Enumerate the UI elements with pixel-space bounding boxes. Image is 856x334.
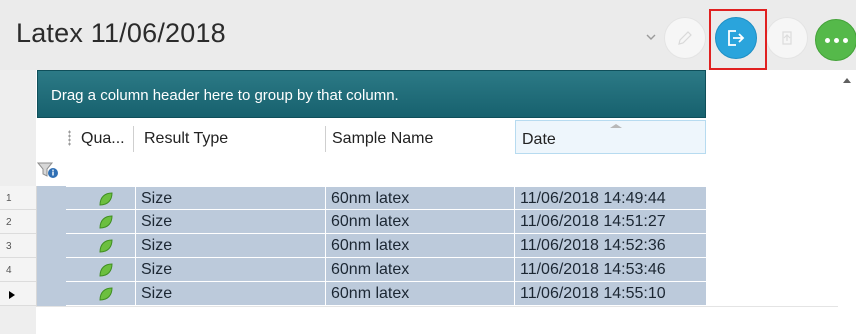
green-leaf-icon xyxy=(99,287,113,301)
share-button[interactable] xyxy=(766,17,808,59)
cell-sample-name: 60nm latex xyxy=(331,190,410,207)
green-leaf-icon xyxy=(99,192,113,206)
cell-sample-name: 60nm latex xyxy=(331,237,410,254)
table-row[interactable]: Size 60nm latex 11/06/2018 14:55:10 xyxy=(66,282,706,306)
filter-row[interactable] xyxy=(37,154,706,187)
highlight-box xyxy=(709,9,767,70)
column-header-date-label: Date xyxy=(522,131,556,148)
cell-date: 11/06/2018 14:55:10 xyxy=(520,285,666,302)
filter-info-icon[interactable] xyxy=(37,161,59,181)
row-number[interactable]: 4 xyxy=(0,258,36,282)
green-leaf-icon xyxy=(99,239,113,253)
grid-indent-strip xyxy=(37,186,66,306)
pencil-icon xyxy=(678,31,692,45)
green-leaf-icon xyxy=(99,215,113,229)
cell-date: 11/06/2018 14:53:46 xyxy=(520,261,666,278)
grid-bottom-border xyxy=(36,306,838,307)
column-header-sample-name[interactable]: Sample Name xyxy=(332,120,512,154)
scroll-up-arrow-icon[interactable] xyxy=(843,78,851,83)
cell-date: 11/06/2018 14:51:27 xyxy=(520,213,666,230)
share-icon xyxy=(782,31,792,45)
column-header-result-type[interactable]: Result Type xyxy=(144,120,324,154)
cell-result-type: Size xyxy=(141,190,173,207)
current-row-indicator[interactable] xyxy=(0,282,36,306)
cell-result-type: Size xyxy=(141,237,173,254)
group-by-hint: Drag a column header here to group by th… xyxy=(51,87,399,104)
cell-result-type: Size xyxy=(141,285,173,302)
data-rows: Size 60nm latex 11/06/2018 14:49:44 Size… xyxy=(66,186,706,306)
results-grid: Drag a column header here to group by th… xyxy=(0,70,838,334)
cell-sample-name: 60nm latex xyxy=(331,285,410,302)
cell-result-type: Size xyxy=(141,261,173,278)
cell-result-type: Size xyxy=(141,213,173,230)
more-button[interactable] xyxy=(815,19,856,61)
table-row[interactable]: Size 60nm latex 11/06/2018 14:53:46 xyxy=(66,258,706,282)
chevron-down-icon[interactable] xyxy=(644,30,658,44)
column-header-quality[interactable]: Qua... xyxy=(81,120,133,154)
column-grip-handle[interactable] xyxy=(68,130,71,146)
header-bar: Latex 11/06/2018 xyxy=(0,0,856,70)
cell-date: 11/06/2018 14:52:36 xyxy=(520,237,666,254)
more-icon xyxy=(824,37,848,43)
row-number[interactable]: 1 xyxy=(0,186,36,210)
cell-sample-name: 60nm latex xyxy=(331,261,410,278)
vertical-scrollbar[interactable] xyxy=(838,70,856,334)
table-row[interactable]: Size 60nm latex 11/06/2018 14:52:36 xyxy=(66,234,706,258)
row-number[interactable]: 2 xyxy=(0,210,36,234)
triangle-right-icon xyxy=(9,291,15,299)
edit-button[interactable] xyxy=(664,17,706,59)
page-title: Latex 11/06/2018 xyxy=(16,18,226,48)
column-header-date[interactable]: Date xyxy=(515,120,706,154)
cell-date: 11/06/2018 14:49:44 xyxy=(520,190,666,207)
green-leaf-icon xyxy=(99,263,113,277)
table-row[interactable]: Size 60nm latex 11/06/2018 14:49:44 xyxy=(66,186,706,211)
cell-sample-name: 60nm latex xyxy=(331,213,410,230)
row-number[interactable]: 3 xyxy=(0,234,36,258)
table-row[interactable]: Size 60nm latex 11/06/2018 14:51:27 xyxy=(66,210,706,234)
group-by-panel[interactable]: Drag a column header here to group by th… xyxy=(37,70,706,118)
column-header-row: Qua... Result Type Sample Name Date xyxy=(37,120,706,155)
